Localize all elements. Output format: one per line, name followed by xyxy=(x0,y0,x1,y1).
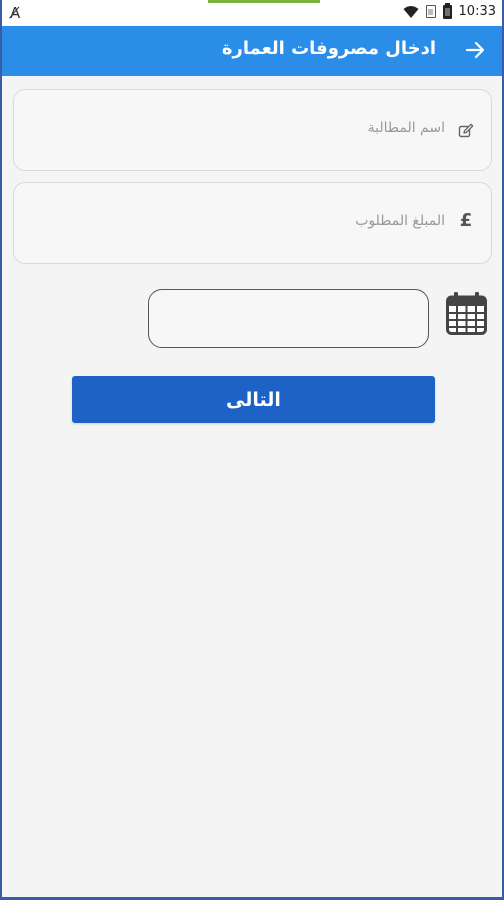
back-arrow-icon[interactable] xyxy=(464,39,486,61)
status-bar: A̸ 10:33 xyxy=(0,0,504,26)
calendar-icon[interactable] xyxy=(446,291,487,335)
amount-placeholder: المبلغ المطلوب xyxy=(355,213,445,229)
edit-icon xyxy=(457,122,475,140)
status-icons: 10:33 xyxy=(403,2,496,19)
amount-field[interactable]: £ المبلغ المطلوب xyxy=(13,182,492,264)
next-button[interactable]: التالى xyxy=(72,376,435,423)
font-indicator-icon: A̸ xyxy=(10,4,21,22)
date-input[interactable] xyxy=(148,289,429,348)
sim-icon xyxy=(425,5,436,18)
wifi-icon xyxy=(403,5,419,18)
battery-icon xyxy=(442,2,452,19)
page-title: ادخال مصروفات العمارة xyxy=(221,38,436,59)
claim-name-field[interactable]: اسم المطالبة xyxy=(13,89,492,171)
status-indicator xyxy=(208,0,320,3)
app-bar: ادخال مصروفات العمارة xyxy=(0,26,504,76)
status-time: 10:33 xyxy=(458,4,496,19)
claim-name-placeholder: اسم المطالبة xyxy=(367,120,445,136)
pound-icon: £ xyxy=(459,209,473,231)
